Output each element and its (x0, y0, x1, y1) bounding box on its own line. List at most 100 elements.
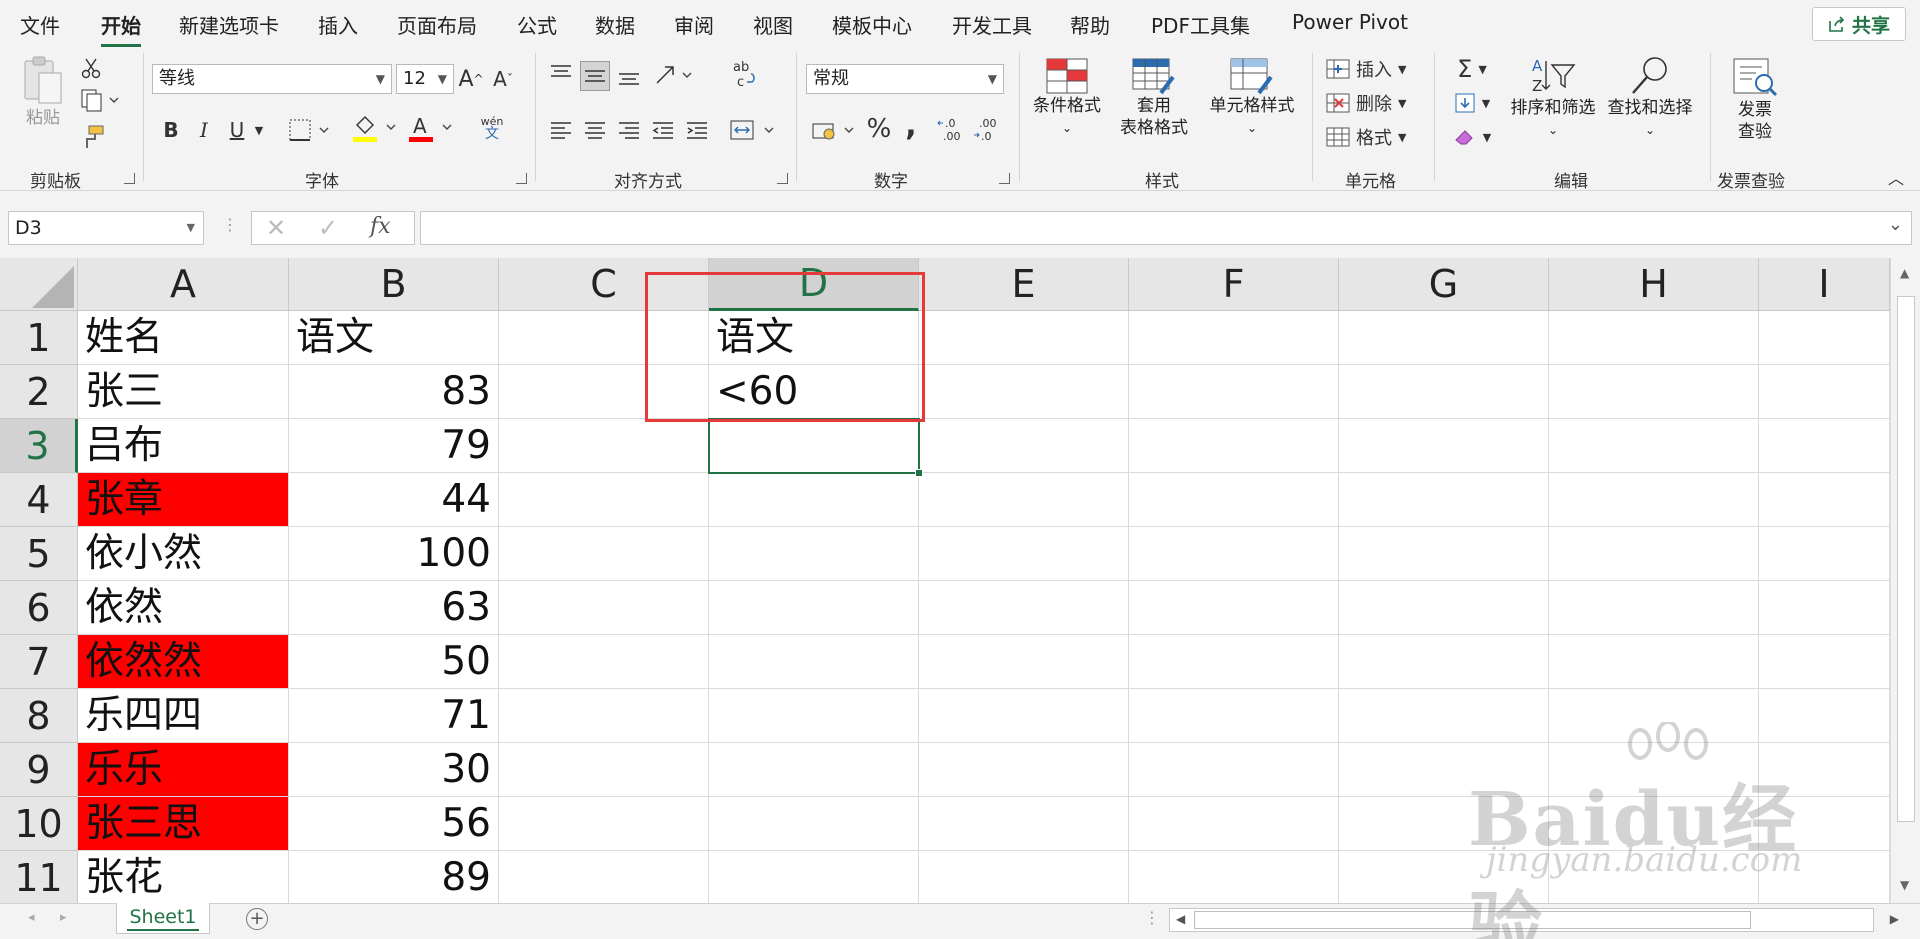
row-header-1[interactable]: 1 (0, 311, 78, 365)
name-box[interactable]: D3 ▼ (8, 211, 204, 245)
borders-button[interactable] (286, 115, 334, 145)
cell-g11[interactable] (1339, 851, 1549, 903)
cell-h7[interactable] (1549, 635, 1759, 689)
cell-i11[interactable] (1759, 851, 1890, 903)
cell-i7[interactable] (1759, 635, 1890, 689)
tab-review[interactable]: 审阅 (674, 10, 714, 39)
row-header-5[interactable]: 5 (0, 527, 78, 581)
align-left-button[interactable] (548, 115, 574, 145)
cell-c11[interactable] (499, 851, 709, 903)
cell-i9[interactable] (1759, 743, 1890, 797)
cell-c4[interactable] (499, 473, 709, 527)
cell-h1[interactable] (1549, 311, 1759, 365)
column-header-f[interactable]: F (1129, 258, 1339, 311)
cell-b9[interactable]: 30 (289, 743, 499, 797)
number-format-select[interactable]: 常规 ▼ (806, 64, 1004, 94)
cell-a1[interactable]: 姓名 (78, 311, 289, 365)
row-header-7[interactable]: 7 (0, 635, 78, 689)
cell-h5[interactable] (1549, 527, 1759, 581)
formula-input[interactable]: ⌄ (420, 211, 1912, 245)
cell-f9[interactable] (1129, 743, 1339, 797)
cut-button[interactable] (78, 55, 104, 81)
horizontal-scrollbar[interactable]: ◀ ▶ (1169, 908, 1899, 932)
column-header-i[interactable]: I (1759, 258, 1890, 311)
copy-button[interactable] (76, 87, 124, 113)
cell-b6[interactable]: 63 (289, 581, 499, 635)
sheet-tab-sheet1[interactable]: Sheet1 (116, 903, 210, 934)
cell-e2[interactable] (919, 365, 1129, 419)
tab-page-layout[interactable]: 页面布局 (397, 10, 477, 39)
align-bottom-button[interactable] (616, 61, 642, 91)
decrease-font-button[interactable]: Aˇ (490, 64, 516, 94)
cell-a9[interactable]: 乐乐 (78, 743, 289, 797)
cell-a4[interactable]: 张章 (78, 473, 289, 527)
cell-e11[interactable] (919, 851, 1129, 903)
cell-d11[interactable] (709, 851, 919, 903)
cell-g9[interactable] (1339, 743, 1549, 797)
cell-i1[interactable] (1759, 311, 1890, 365)
cell-b7[interactable]: 50 (289, 635, 499, 689)
cell-c5[interactable] (499, 527, 709, 581)
tab-split-grip-icon[interactable]: ⋮ (1144, 908, 1160, 927)
bold-button[interactable]: B (160, 115, 182, 145)
column-header-e[interactable]: E (919, 258, 1129, 311)
tab-power-pivot[interactable]: Power Pivot (1292, 10, 1408, 34)
cell-h8[interactable] (1549, 689, 1759, 743)
cell-f7[interactable] (1129, 635, 1339, 689)
conditional-format-button[interactable]: 条件格式 ⌄ (1028, 57, 1106, 139)
merge-center-button[interactable] (728, 115, 778, 145)
cell-d7[interactable] (709, 635, 919, 689)
cell-a11[interactable]: 张花 (78, 851, 289, 903)
tab-view[interactable]: 视图 (753, 10, 793, 39)
decrease-indent-button[interactable] (650, 115, 676, 145)
column-header-b[interactable]: B (289, 258, 499, 311)
cell-b5[interactable]: 100 (289, 527, 499, 581)
cell-e7[interactable] (919, 635, 1129, 689)
font-name-select[interactable]: 等线 ▼ (152, 64, 392, 94)
row-header-8[interactable]: 8 (0, 689, 78, 743)
cell-i10[interactable] (1759, 797, 1890, 851)
align-center-button[interactable] (582, 115, 608, 145)
tab-formulas[interactable]: 公式 (517, 10, 557, 39)
fill-button[interactable]: ▼ (1448, 89, 1496, 117)
cell-a8[interactable]: 乐四四 (78, 689, 289, 743)
cell-i5[interactable] (1759, 527, 1890, 581)
formula-bar-grip-icon[interactable]: ⋮ (222, 215, 238, 234)
cell-h11[interactable] (1549, 851, 1759, 903)
cell-e6[interactable] (919, 581, 1129, 635)
scroll-right-icon[interactable]: ▶ (1890, 912, 1899, 926)
clipboard-launcher[interactable] (124, 173, 135, 184)
cell-d9[interactable] (709, 743, 919, 797)
add-sheet-button[interactable]: + (246, 908, 268, 930)
cell-g8[interactable] (1339, 689, 1549, 743)
align-top-button[interactable] (548, 61, 574, 87)
number-launcher[interactable] (999, 173, 1010, 184)
cell-d5[interactable] (709, 527, 919, 581)
select-all-corner[interactable] (0, 258, 78, 311)
cell-f8[interactable] (1129, 689, 1339, 743)
font-color-button[interactable]: A (406, 111, 456, 145)
underline-button[interactable]: U (226, 115, 248, 145)
invoice-check-button[interactable]: 发票 查验 (1720, 55, 1790, 143)
font-size-select[interactable]: 12 ▼ (396, 64, 454, 94)
format-as-table-button[interactable]: 套用 表格格式 (1108, 57, 1200, 139)
cell-a2[interactable]: 张三 (78, 365, 289, 419)
vertical-scroll-thumb[interactable] (1897, 296, 1915, 822)
cell-h6[interactable] (1549, 581, 1759, 635)
row-header-6[interactable]: 6 (0, 581, 78, 635)
cell-d4[interactable] (709, 473, 919, 527)
cell-h9[interactable] (1549, 743, 1759, 797)
scroll-up-icon[interactable]: ▲ (1900, 266, 1909, 280)
cell-c6[interactable] (499, 581, 709, 635)
cell-styles-button[interactable]: 单元格样式 ⌄ (1204, 57, 1300, 139)
phonetic-button[interactable]: wén 文 (468, 111, 516, 145)
tab-home[interactable]: 开始 (101, 10, 141, 47)
accounting-format-button[interactable] (810, 115, 858, 145)
column-header-h[interactable]: H (1549, 258, 1759, 311)
increase-indent-button[interactable] (684, 115, 710, 145)
cell-c3[interactable] (499, 419, 709, 473)
cell-g6[interactable] (1339, 581, 1549, 635)
cell-c8[interactable] (499, 689, 709, 743)
share-button[interactable]: 共享 (1812, 7, 1906, 41)
cell-e5[interactable] (919, 527, 1129, 581)
